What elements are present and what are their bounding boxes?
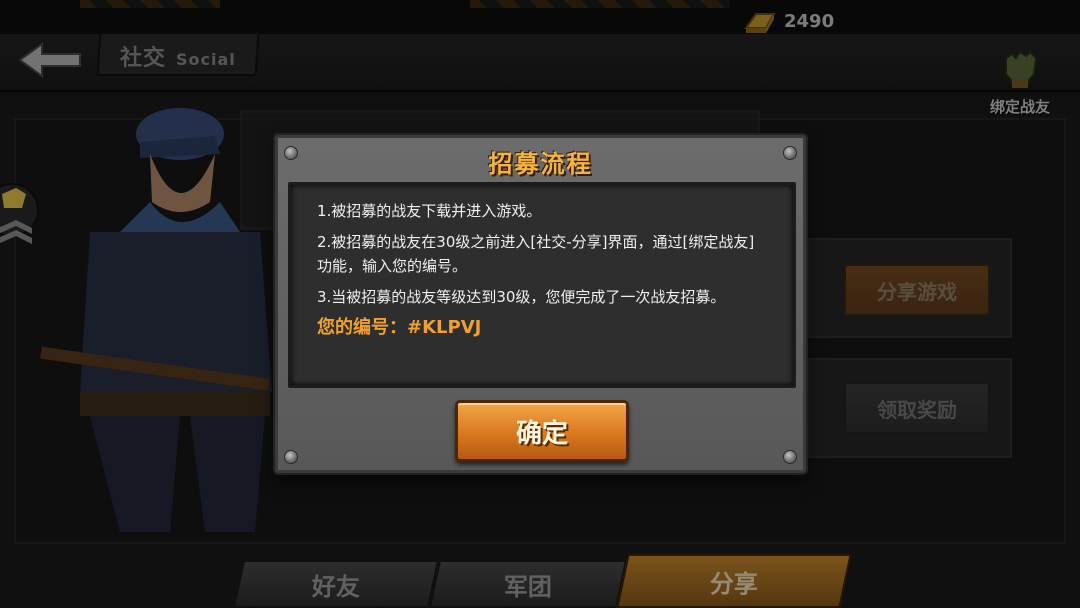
step-text: 2.被招募的战友在30级之前进入[社交-分享]界面，通过[绑定战友]功能，输入您… bbox=[317, 233, 755, 275]
step-text: 1.被招募的战友下载并进入游戏。 bbox=[317, 202, 542, 220]
dialog-text: 1.被招募的战友下载并进入游戏。 2.被招募的战友在30级之前进入[社交-分享]… bbox=[317, 199, 769, 340]
confirm-button[interactable]: 确定 bbox=[455, 400, 629, 462]
step-text: 3.当被招募的战友等级达到30级，您便完成了一次战友招募。 bbox=[317, 288, 726, 306]
recruit-process-dialog: 招募流程 1.被招募的战友下载并进入游戏。 2.被招募的战友在30级之前进入[社… bbox=[275, 135, 806, 473]
screw-icon bbox=[783, 450, 797, 464]
dialog-body: 1.被招募的战友下载并进入游戏。 2.被招募的战友在30级之前进入[社交-分享]… bbox=[288, 182, 796, 388]
dialog-title: 招募流程 bbox=[488, 150, 593, 178]
screw-icon bbox=[284, 450, 298, 464]
recruit-id: 您的编号：#KLPVJ bbox=[317, 317, 482, 338]
